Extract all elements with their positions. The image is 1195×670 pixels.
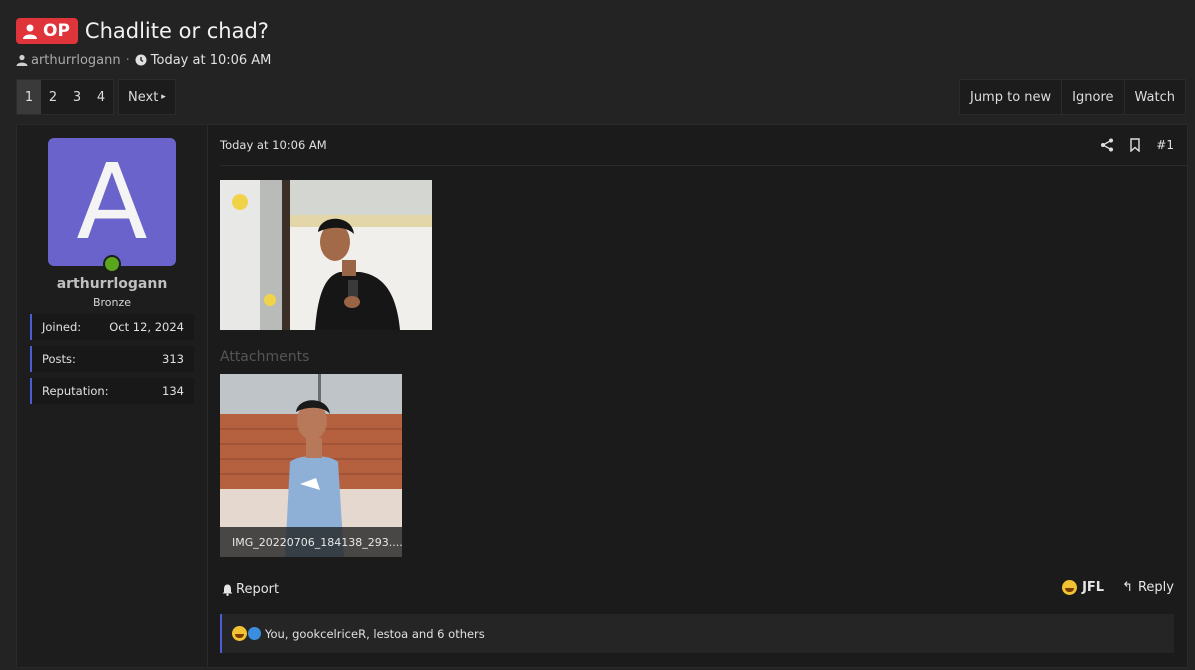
reactions-summary[interactable]: You, gookcelriceR, lestoa and 6 others [265,627,485,641]
attachments-heading: Attachments [220,349,310,365]
stat-label: Reputation: [42,384,109,398]
jfl-reaction-button[interactable]: JFL [1062,580,1104,595]
reply-button[interactable]: ↰ Reply [1122,580,1174,595]
user-stats: Joined: Oct 12, 2024 Posts: 313 Reputati… [30,314,194,410]
clock-icon [135,54,147,66]
user-rank: Bronze [92,296,132,309]
meta-separator: · [125,52,130,68]
next-page-button[interactable]: Next ▸ [118,79,176,115]
post-actions: JFL ↰ Reply [1062,580,1174,595]
op-badge-label: OP [43,21,70,41]
caret-right-icon: ▸ [161,92,166,102]
reply-arrow-icon: ↰ [1122,580,1133,595]
thread-actions: Jump to new Ignore Watch [958,79,1186,115]
bell-icon [222,584,233,596]
pagination: 1 2 3 4 Next ▸ [16,79,176,115]
ignore-button[interactable]: Ignore [1061,80,1123,114]
stat-reputation: Reputation: 134 [30,378,194,404]
page-4-link[interactable]: 4 [89,80,113,114]
jump-to-new-button[interactable]: Jump to new [960,80,1061,114]
jfl-label: JFL [1082,580,1105,595]
page-3-link[interactable]: 3 [65,80,89,114]
crying-laugh-emoji-icon [1062,580,1078,595]
post-date[interactable]: Today at 10:06 AM [220,138,327,152]
attachment-thumbnail[interactable]: IMG_20220706_184138_293.... [220,374,402,557]
user-icon [16,54,28,66]
post-header: Today at 10:06 AM [220,125,1187,166]
username[interactable]: arthurrlogann [17,276,207,292]
stat-joined: Joined: Oct 12, 2024 [30,314,194,340]
stat-value: Oct 12, 2024 [109,320,184,334]
post-number-link[interactable]: #1 [1156,138,1174,152]
stat-label: Posts: [42,352,76,366]
next-label: Next [128,89,159,105]
report-label: Report [236,582,280,597]
online-status-indicator [103,255,121,273]
post-content: Today at 10:06 AM #1 Attachments IMG_202… [207,125,1187,667]
reply-label: Reply [1137,580,1174,595]
share-icon[interactable] [1100,138,1114,152]
stat-label: Joined: [42,320,82,334]
page-1-link[interactable]: 1 [17,80,41,114]
stat-value: 313 [162,352,184,366]
op-badge: OP [16,18,78,44]
stat-posts: Posts: 313 [30,346,194,372]
post-user-sidebar: A arthurrlogann Bronze Joined: Oct 12, 2… [17,125,208,667]
stat-value: 134 [162,384,184,398]
crying-laugh-emoji-icon [232,626,247,641]
thread-author-link[interactable]: arthurrlogann [31,53,121,68]
reactions-bar[interactable]: You, gookcelriceR, lestoa and 6 others [220,614,1174,653]
post-tools: #1 [1100,125,1174,165]
report-button[interactable]: Report [222,582,279,597]
post-image[interactable] [220,180,432,330]
avatar[interactable]: A [48,138,176,266]
bookmark-icon[interactable] [1128,138,1142,152]
like-icon [248,627,261,640]
page-2-link[interactable]: 2 [41,80,65,114]
watch-button[interactable]: Watch [1123,80,1185,114]
user-icon [23,24,37,39]
thread-header: OP Chadlite or chad? arthurrlogann · Tod… [16,14,1195,71]
thread-date[interactable]: Today at 10:06 AM [151,53,272,68]
thread-title: Chadlite or chad? [84,19,269,43]
post: A arthurrlogann Bronze Joined: Oct 12, 2… [16,124,1188,668]
attachment-filename: IMG_20220706_184138_293.... [220,527,402,557]
